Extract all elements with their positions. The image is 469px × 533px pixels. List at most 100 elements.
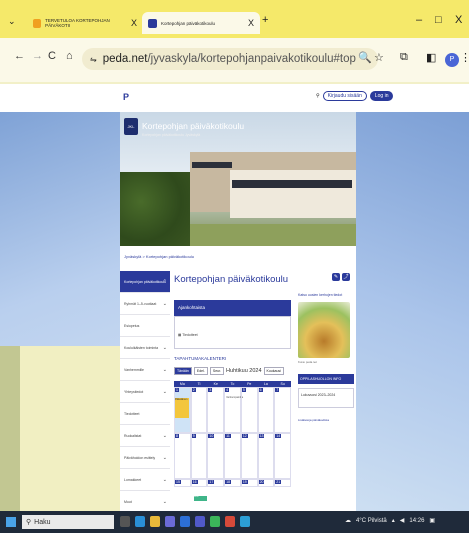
tab-close-icon[interactable]: X	[248, 18, 254, 28]
site-subtitle: Kortepohjan päiväkotikoulu Jyväskylä	[142, 133, 201, 137]
calendar-day[interactable]: 4 Vanhempainilta	[224, 387, 243, 433]
sidebar-item-label: Ryhmät 1–5-vuotiaat	[124, 301, 157, 306]
lang-button[interactable]: Log in	[369, 91, 394, 101]
info-box[interactable]: Lukuvuosi 2023–2024	[298, 388, 354, 408]
chrome-icon[interactable]	[210, 516, 220, 527]
weather-text[interactable]: 4°C Pilvistä	[356, 518, 387, 524]
sidebar-item[interactable]: Lomakkeet ⌄	[120, 469, 170, 491]
calendar-day[interactable]: 1 Pääsiäinen	[174, 387, 191, 433]
menu-icon[interactable]: ⋮	[460, 51, 469, 64]
calendar-day[interactable]: 14	[274, 433, 291, 479]
extensions-icon[interactable]: ⧉	[400, 51, 408, 64]
calendar-day[interactable]: 7	[274, 387, 291, 433]
app-icon[interactable]	[240, 516, 250, 527]
calendar-day[interactable]: 21	[274, 479, 291, 487]
clock[interactable]: 14:26	[409, 518, 424, 524]
calendar-day[interactable]: 15	[174, 479, 191, 487]
day-number: 8	[175, 434, 179, 438]
windows-start-icon[interactable]	[6, 517, 16, 527]
new-tab-button[interactable]: +	[262, 14, 268, 26]
profile-avatar[interactable]: P	[445, 53, 459, 67]
calendar-day[interactable]: 20	[257, 479, 275, 487]
sidebar-item[interactable]: Ryhmät 1–5-vuotiaat ⌄	[120, 293, 170, 315]
sidebar-item[interactable]: Kortepohjan päiväkotikoulu ⌃	[120, 271, 170, 293]
address-bar[interactable]: ⇋ peda.net/jyvaskyla/kortepohjanpaivakot…	[82, 48, 378, 70]
site-logo[interactable]: P	[123, 92, 129, 102]
sidebar-item[interactable]: Tiedotteet	[120, 403, 170, 425]
app-icon[interactable]	[225, 516, 235, 527]
site-info-icon[interactable]: ⇋	[90, 55, 97, 64]
calendar-day[interactable]: 16 Retki	[190, 479, 208, 501]
forward-arrow-icon[interactable]: →	[32, 50, 43, 62]
home-icon[interactable]: ⌂	[66, 50, 73, 62]
tab-list-button[interactable]: ⌄	[8, 16, 16, 27]
back-arrow-icon[interactable]: ←	[14, 50, 25, 62]
edge-icon[interactable]	[135, 516, 145, 527]
sidebar-item[interactable]: Yhteystiedot ⌄	[120, 381, 170, 403]
taskbar-search[interactable]: ⚲ Haku	[22, 515, 114, 529]
sidebar-icon[interactable]: ◧	[426, 51, 436, 64]
breadcrumb[interactable]: Jyväskylä > Kortepohjan päiväkotikoulu	[124, 254, 194, 259]
calendar-day[interactable]: 11	[224, 433, 241, 479]
poster-image[interactable]	[298, 302, 350, 358]
tab-tervetuloa[interactable]: TERVETULOA KORTEPOHJAN PÄIVÄKOTII X	[27, 12, 143, 34]
calendar-next-button[interactable]: Seur.	[209, 367, 225, 375]
notifications-icon[interactable]: ▣	[429, 517, 435, 524]
volume-icon[interactable]: ◀	[400, 517, 405, 524]
sidebar-item[interactable]: Kouluikäisten toiminta ⌄	[120, 337, 170, 359]
calendar-day[interactable]: 6	[257, 387, 275, 433]
reload-icon[interactable]: C	[48, 50, 56, 62]
search-icon[interactable]: ⚲	[316, 93, 320, 99]
weather-icon[interactable]: ☁	[345, 517, 351, 524]
task-view-icon[interactable]	[120, 516, 130, 527]
url-domain: peda.net	[102, 53, 148, 65]
tab-close-icon[interactable]: X	[131, 18, 137, 28]
sidebar-item[interactable]: Muut ⌄	[120, 491, 170, 511]
page-container: JKL Kortepohjan päiväkotikoulu Kortepohj…	[120, 112, 356, 511]
sidebar-item[interactable]: Vanhemmille ⌄	[120, 359, 170, 381]
file-explorer-icon[interactable]	[150, 516, 160, 527]
calendar-event[interactable]: Retki	[193, 496, 207, 501]
url-path: /jyvaskyla/kortepohjanpaivakotikoulu#top	[147, 53, 356, 65]
bookmark-star-icon[interactable]: ☆	[374, 51, 384, 64]
calendar-day[interactable]: 5	[240, 387, 258, 433]
calendar-day[interactable]: 3	[207, 387, 225, 433]
chevron-up-icon: ⌃	[162, 278, 167, 285]
calendar-day[interactable]: 12	[240, 433, 258, 479]
announcement-label: Tiedotteet	[182, 333, 198, 337]
store-icon[interactable]	[165, 516, 175, 527]
calendar-day[interactable]: 2	[190, 387, 208, 433]
maximize-button[interactable]: □	[435, 14, 442, 26]
tab-favicon-icon	[148, 18, 157, 28]
sidebar-item[interactable]: Ruokalistat ⌄	[120, 425, 170, 447]
site-title[interactable]: Kortepohjan päiväkotikoulu	[142, 121, 244, 131]
sidebar-item[interactable]: Päivähoidon esittely ⌄	[120, 447, 170, 469]
address-bar-row: ← → C ⌂ ⇋ peda.net/jyvaskyla/kortepohjan…	[0, 38, 469, 82]
calendar-prev-button[interactable]: Edel.	[193, 367, 208, 375]
calendar-day[interactable]: 17	[207, 479, 225, 487]
calendar-day[interactable]: 19	[240, 479, 258, 487]
zoom-icon[interactable]: 🔍	[358, 51, 372, 64]
mail-icon[interactable]	[180, 516, 190, 527]
announcement-item[interactable]: ▦ Tiedotteet	[178, 333, 198, 337]
minimize-button[interactable]: –	[416, 14, 422, 26]
login-button[interactable]: Kirjaudu sisään	[322, 91, 367, 101]
day-number: 14	[275, 434, 282, 438]
calendar-day[interactable]: 8	[174, 433, 191, 479]
window-row	[232, 180, 352, 188]
close-window-button[interactable]: X	[455, 14, 462, 26]
network-icon[interactable]: ▴	[392, 517, 395, 524]
calendar-day[interactable]: 10	[207, 433, 225, 479]
news-link[interactable]: Katso uusien kerhojen tiedot	[298, 293, 354, 298]
calendar-day[interactable]: 18	[224, 479, 241, 487]
calendar-today-button[interactable]: Tänään	[174, 367, 192, 375]
tab-kortepohjan[interactable]: Kortepohjan päiväkotikoulu X	[142, 12, 260, 34]
calendar-day[interactable]: 9	[190, 433, 208, 479]
sidebar-item[interactable]: Esiopetus	[120, 315, 170, 337]
calendar-day[interactable]: 13	[257, 433, 275, 479]
calendar-event[interactable]: Pääsiäinen	[175, 398, 189, 418]
sidebar-item-label: Tiedotteet	[124, 411, 140, 416]
calendar-view-select[interactable]: Kuukausi	[263, 367, 284, 375]
more-info-link[interactable]: Lisätietoja päiväkodista	[298, 418, 354, 422]
teams-icon[interactable]	[195, 516, 205, 527]
